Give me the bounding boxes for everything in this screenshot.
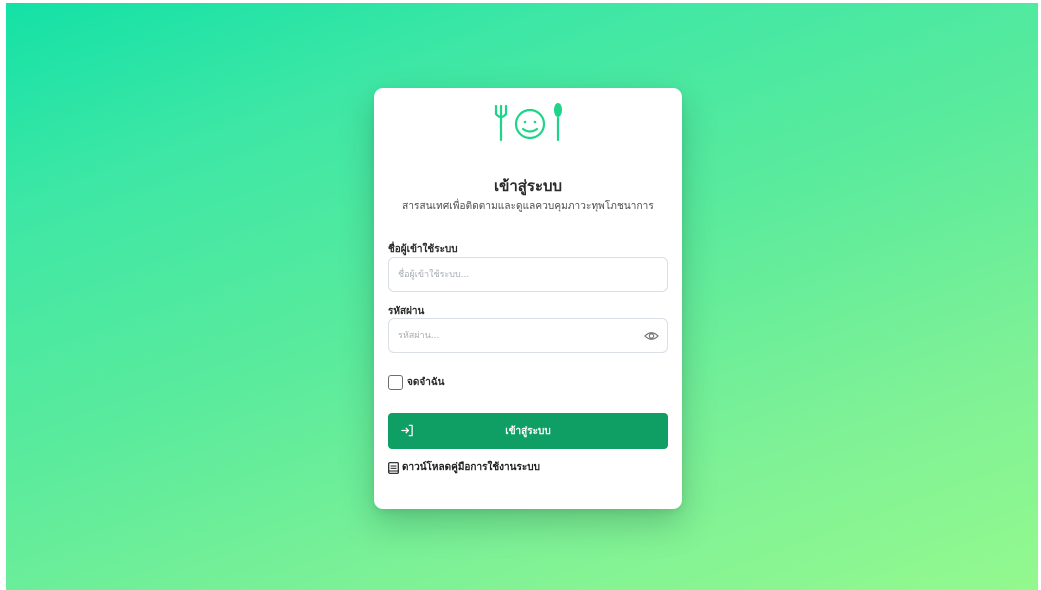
password-input[interactable] <box>398 319 638 352</box>
password-field-box <box>388 318 668 353</box>
fork-face-spoon-icon <box>494 103 562 142</box>
page-subtitle: สารสนเทศเพื่อติดตามและดูแลควบคุมภาวะทุพโ… <box>402 201 654 212</box>
login-button-label: เข้าสู่ระบบ <box>505 426 551 437</box>
password-label: รหัสผ่าน <box>388 306 425 317</box>
download-manual-link[interactable]: ดาวน์โหลดคู่มือการใช้งานระบบ <box>388 460 540 475</box>
page-title: เข้าสู่ระบบ <box>493 177 563 195</box>
eye-icon[interactable] <box>644 329 659 343</box>
download-manual-label: ดาวน์โหลดคู่มือการใช้งานระบบ <box>402 462 540 473</box>
remember-label: จดจำฉัน <box>407 376 445 388</box>
remember-checkbox[interactable] <box>388 374 403 390</box>
login-button[interactable]: เข้าสู่ระบบ <box>388 413 668 449</box>
login-card: เข้าสู่ระบบ สารสนเทศเพื่อติดตามและดูแลคว… <box>374 88 682 509</box>
username-input[interactable] <box>398 258 638 291</box>
username-label: ชื่อผู้เข้าใช้ระบบ <box>388 244 458 255</box>
page-background: เข้าสู่ระบบ สารสนเทศเพื่อติดตามและดูแลคว… <box>6 3 1038 590</box>
book-icon <box>388 461 399 474</box>
username-field-box <box>388 257 668 292</box>
remember-me[interactable]: จดจำฉัน <box>388 374 444 390</box>
